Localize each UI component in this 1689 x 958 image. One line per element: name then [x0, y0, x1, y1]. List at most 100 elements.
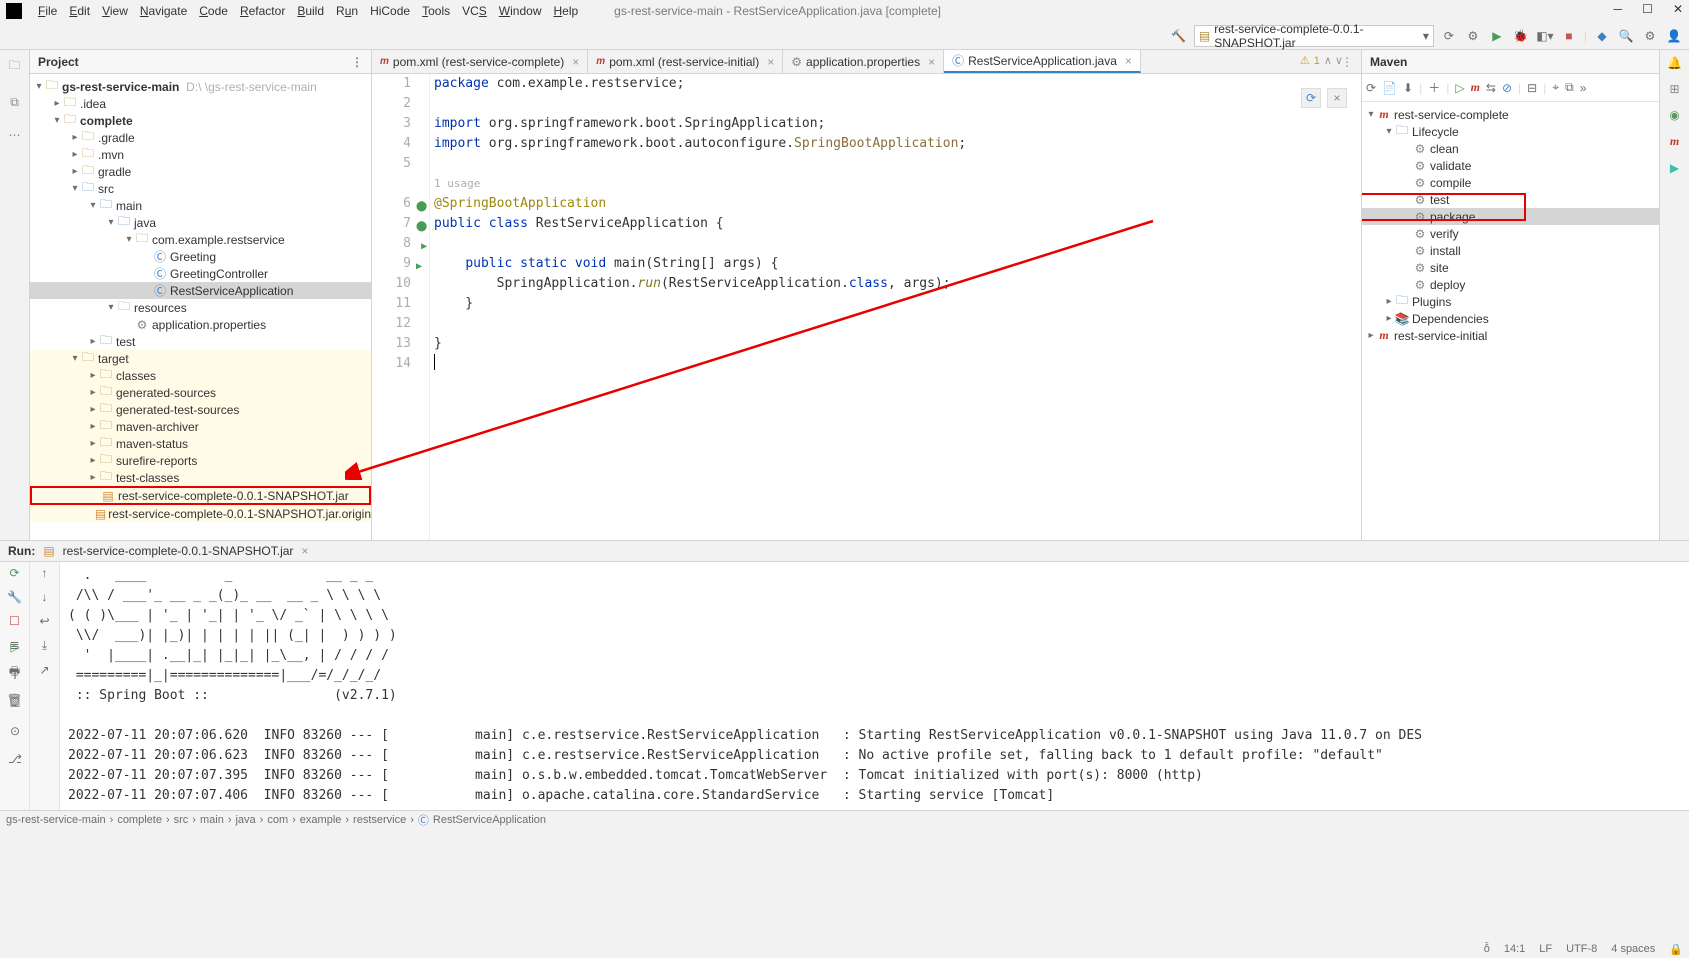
avatar-icon[interactable]: 👤: [1665, 27, 1683, 45]
run-config-selector[interactable]: ▤ rest-service-complete-0.0.1-SNAPSHOT.j…: [1194, 25, 1434, 47]
minimize-button[interactable]: ─: [1614, 2, 1623, 17]
stop-icon[interactable]: ■: [1560, 27, 1578, 45]
settings-icon[interactable]: ⚙: [1464, 27, 1482, 45]
problems-tool-icon[interactable]: ⊙: [10, 724, 20, 738]
menu-hicode[interactable]: HiCode: [364, 2, 416, 20]
menu-refactor[interactable]: Refactor: [234, 2, 291, 20]
terminal-tool-icon[interactable]: ☐: [10, 696, 21, 710]
scroll-up-icon[interactable]: ↑: [42, 566, 48, 580]
search-icon[interactable]: 🔍: [1617, 27, 1635, 45]
maven-more-icon[interactable]: »: [1580, 81, 1587, 95]
scroll-down-icon[interactable]: ↓: [42, 590, 48, 604]
project-tree[interactable]: ▾🗀gs-rest-service-main D:\ \gs-rest-serv…: [30, 74, 371, 540]
maven-exec-icon[interactable]: m: [1471, 80, 1480, 95]
maven-phase-test[interactable]: ⚙test: [1362, 191, 1659, 208]
endpoint-tool-icon[interactable]: ◉: [1669, 108, 1679, 122]
tab-pom-initial[interactable]: mpom.xml (rest-service-initial)×: [588, 50, 783, 73]
menu-navigate[interactable]: Navigate: [134, 2, 193, 20]
maven-phase-clean[interactable]: ⚙clean: [1362, 140, 1659, 157]
maven-generate-icon[interactable]: 📄: [1382, 81, 1397, 95]
more-tools-icon[interactable]: ⋯: [9, 128, 21, 142]
db-tool-icon[interactable]: ⊞: [1669, 82, 1679, 96]
debug-tool-icon[interactable]: T: [11, 668, 18, 682]
coverage-icon[interactable]: ◧▾: [1536, 27, 1554, 45]
menu-vcs[interactable]: VCS: [456, 2, 493, 20]
menu-help[interactable]: Help: [547, 2, 584, 20]
project-tool-icon[interactable]: 🗀: [8, 56, 20, 77]
maven-phase-package[interactable]: ⚙package: [1362, 208, 1659, 225]
git-tool-icon[interactable]: ⎇: [8, 752, 22, 766]
maven-phase-verify[interactable]: ⚙verify: [1362, 225, 1659, 242]
close-button[interactable]: ✕: [1673, 2, 1683, 17]
status-lock-icon[interactable]: 🔒: [1669, 943, 1683, 956]
structure-tool-icon[interactable]: ⧉: [10, 95, 19, 110]
run-tool-icon[interactable]: ▷: [10, 640, 19, 654]
close-icon[interactable]: ×: [1125, 54, 1132, 68]
maximize-button[interactable]: ☐: [1642, 2, 1653, 17]
status-indent[interactable]: 4 spaces: [1611, 943, 1655, 955]
build-icon[interactable]: 🔨: [1170, 27, 1188, 45]
code-area[interactable]: package com.example.restservice; import …: [430, 74, 1361, 540]
soft-wrap-icon[interactable]: ↩: [39, 614, 49, 628]
maven-collapse-icon[interactable]: ⊟: [1527, 81, 1537, 95]
maven-tool-icon[interactable]: m: [1670, 134, 1679, 149]
maven-toolbar: ⟳ 📄 ⬇ | ＋ | ▷ m ⇆ ⊘ | ⊟ | ⌖ ⧉ »: [1362, 74, 1659, 102]
maven-reload-icon[interactable]: ⟳: [1366, 81, 1376, 95]
menu-edit[interactable]: Edit: [63, 2, 96, 20]
status-enc[interactable]: UTF-8: [1566, 943, 1597, 955]
project-panel-menu[interactable]: ⋮: [351, 55, 363, 69]
run-settings-icon[interactable]: 🔧: [7, 590, 22, 604]
rerun-icon[interactable]: ⟳: [9, 566, 19, 580]
scroll-end-icon[interactable]: ⤓: [42, 638, 47, 653]
close-icon[interactable]: ×: [572, 55, 579, 69]
maven-find-usages-icon[interactable]: ⌖: [1552, 80, 1559, 95]
maven-phase-validate[interactable]: ⚙validate: [1362, 157, 1659, 174]
tree-restapp: ⒸRestServiceApplication: [30, 282, 371, 299]
left-toolstrip: 🗀 ⧉ ⋯: [0, 50, 30, 540]
maven-add-icon[interactable]: ＋: [1428, 79, 1440, 96]
maven-run-icon[interactable]: ▷: [1455, 81, 1464, 95]
gear2-icon[interactable]: ⚙: [1641, 27, 1659, 45]
menubar: File Edit View Navigate Code Refactor Bu…: [0, 0, 1689, 22]
breadcrumb[interactable]: gs-rest-service-main › complete › src › …: [0, 810, 1689, 828]
maven-toggle-icon[interactable]: ⇆: [1486, 81, 1496, 95]
close-icon[interactable]: ×: [928, 55, 935, 69]
reload-icon[interactable]: ⟳: [1440, 27, 1458, 45]
menu-tools[interactable]: Tools: [416, 2, 456, 20]
maven-download-icon[interactable]: ⬇: [1403, 81, 1413, 95]
cb-icon[interactable]: ◆: [1593, 27, 1611, 45]
other-tool-icon[interactable]: ▶: [1670, 161, 1679, 175]
ide-logo: [6, 3, 22, 19]
tab-appprops[interactable]: ⚙application.properties×: [783, 50, 944, 73]
menu-file[interactable]: File: [32, 2, 63, 20]
maven-tree[interactable]: ▾mrest-service-complete ▾🗀Lifecycle ⚙cle…: [1362, 102, 1659, 540]
menu-build[interactable]: Build: [291, 2, 330, 20]
maven-expand-icon[interactable]: ⧉: [1565, 80, 1574, 95]
menu-code[interactable]: Code: [193, 2, 234, 20]
console-output[interactable]: . ____ _ __ _ _ /\\ / ___'_ __ _ _(_)_ _…: [60, 562, 1689, 810]
run-tab-close-icon[interactable]: ×: [301, 544, 308, 558]
menu-view[interactable]: View: [96, 2, 134, 20]
status-person-icon[interactable]: ỗ: [1484, 943, 1490, 955]
run-icon[interactable]: ▶: [1488, 27, 1506, 45]
inspection-badge[interactable]: ⚠ 1 ∧ ∨: [1300, 54, 1343, 67]
project-panel-title: Project: [38, 55, 79, 69]
maven-offline-icon[interactable]: ⊘: [1502, 81, 1512, 95]
notifications-icon[interactable]: 🔔: [1667, 56, 1682, 70]
maven-phase-site[interactable]: ⚙site: [1362, 259, 1659, 276]
menu-run[interactable]: Run: [330, 2, 364, 20]
right-toolstrip: 🔔 ⊞ ◉ m ▶: [1659, 50, 1689, 540]
stop-run-icon[interactable]: ☐: [9, 614, 20, 628]
status-pos[interactable]: 14:1: [1504, 943, 1525, 955]
tab-restapp[interactable]: ⒸRestServiceApplication.java×: [944, 50, 1141, 73]
close-icon[interactable]: ×: [767, 55, 774, 69]
debug-icon[interactable]: 🐞: [1512, 27, 1530, 45]
maven-phase-compile[interactable]: ⚙compile: [1362, 174, 1659, 191]
line-gutter[interactable]: 12345 6⬤ 7⬤ ▶ 8 9▶ 1011121314: [372, 74, 430, 540]
tab-pom-complete[interactable]: mpom.xml (rest-service-complete)×: [372, 50, 588, 73]
menu-window[interactable]: Window: [493, 2, 548, 20]
run-title: Run:: [8, 544, 35, 558]
clear-icon[interactable]: ↗: [39, 663, 49, 677]
maven-phase-install[interactable]: ⚙install: [1362, 242, 1659, 259]
status-sep[interactable]: LF: [1539, 943, 1552, 955]
